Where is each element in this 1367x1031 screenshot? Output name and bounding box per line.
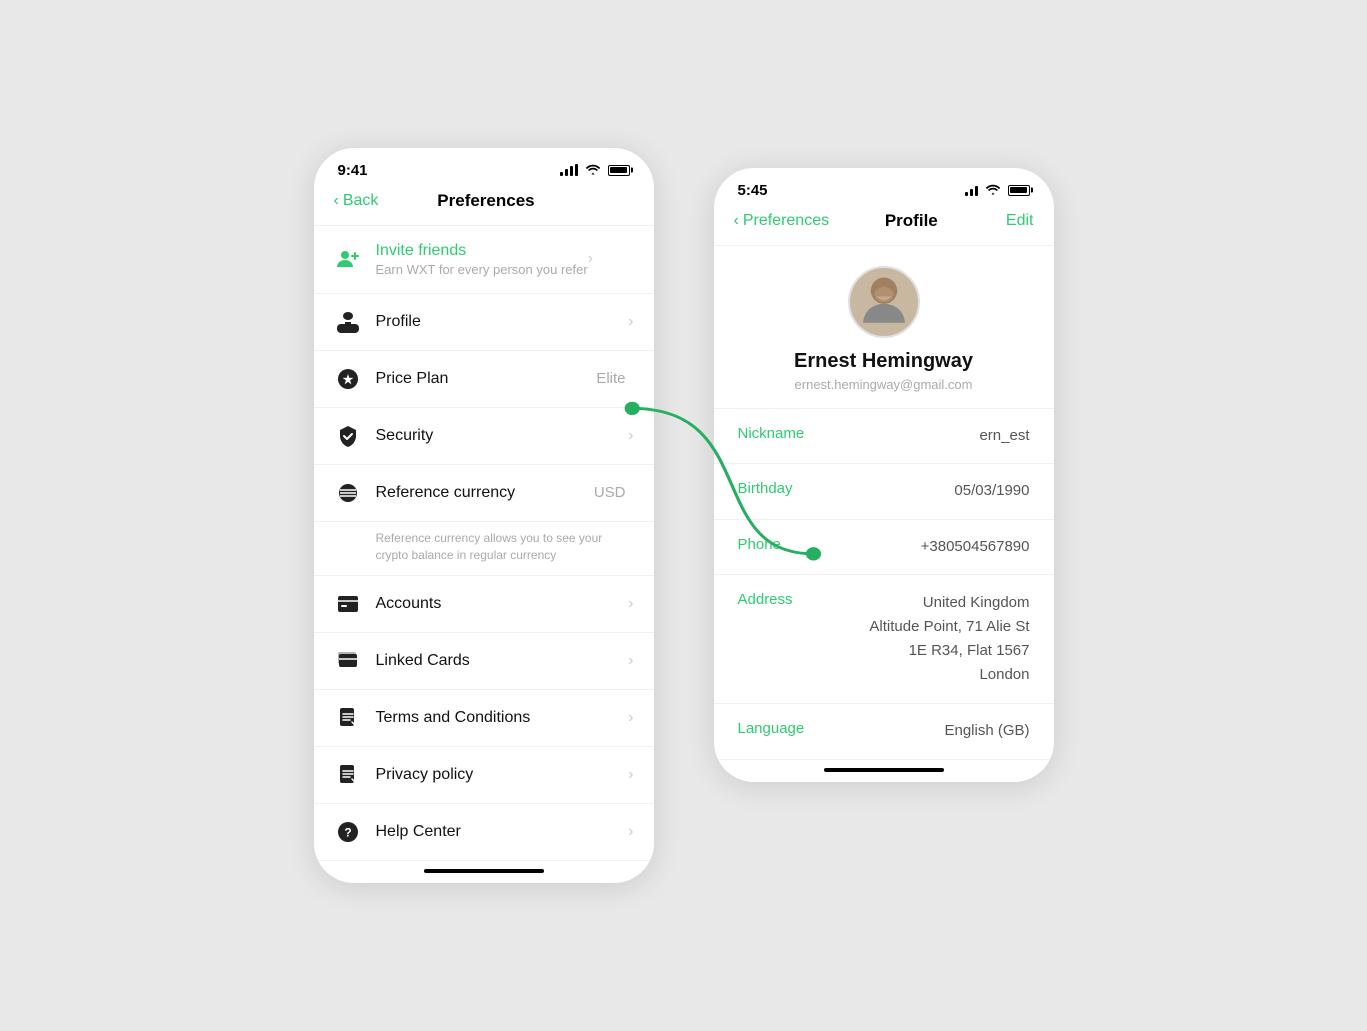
privacy-icon (334, 761, 362, 789)
invite-text: Invite friends Earn WXT for every person… (376, 242, 588, 277)
status-icons-right (965, 183, 1030, 198)
wifi-icon-left (585, 163, 601, 178)
language-value: English (GB) (944, 720, 1029, 743)
back-chevron-left: ‹ (334, 192, 339, 210)
linked-cards-chevron: › (628, 652, 633, 670)
back-button-left[interactable]: ‹ Back (334, 192, 379, 210)
nav-title-right: Profile (885, 211, 938, 231)
ref-currency-value: USD (594, 484, 626, 501)
currency-description: Reference currency allows you to see you… (314, 522, 654, 577)
menu-section-1: Profile › ★ Price Plan Elite (314, 294, 654, 522)
status-time-left: 9:41 (338, 162, 368, 179)
signal-bars-right (965, 184, 978, 196)
profile-field-address[interactable]: Address United KingdomAltitude Point, 71… (714, 575, 1054, 704)
invite-chevron: › (588, 250, 593, 268)
svg-text:?: ? (344, 826, 351, 840)
menu-item-linked-cards[interactable]: Linked Cards › (314, 633, 654, 689)
svg-text:★: ★ (342, 372, 353, 386)
nav-header-left: ‹ Back Preferences (314, 187, 654, 226)
back-button-right[interactable]: ‹ Preferences (734, 212, 830, 230)
security-chevron: › (628, 427, 633, 445)
terms-chevron: › (628, 709, 633, 727)
profile-chevron: › (628, 313, 633, 331)
invite-title: Invite friends (376, 242, 588, 260)
language-label: Language (738, 720, 838, 737)
phone-label: Phone (738, 536, 838, 553)
nav-header-right: ‹ Preferences Profile Edit (714, 207, 1054, 246)
status-icons-left (560, 163, 630, 178)
menu-section-3: Terms and Conditions › Privacy policy › (314, 690, 654, 804)
linked-cards-icon (334, 647, 362, 675)
status-bar-right: 5:45 (714, 168, 1054, 207)
privacy-chevron: › (628, 766, 633, 784)
battery-icon-left (608, 165, 630, 176)
back-chevron-right: ‹ (734, 212, 739, 230)
terms-icon (334, 704, 362, 732)
accounts-label: Accounts (376, 595, 629, 613)
ref-currency-label: Reference currency (376, 484, 594, 502)
help-label: Help Center (376, 823, 629, 841)
accounts-icon (334, 590, 362, 618)
menu-item-profile[interactable]: Profile › (314, 294, 654, 351)
terms-label: Terms and Conditions (376, 709, 629, 727)
left-phone: 9:41 ‹ Back Preferences (314, 148, 654, 884)
linked-cards-label: Linked Cards (376, 652, 629, 670)
profile-field-phone[interactable]: Phone +380504567890 (714, 520, 1054, 576)
avatar (848, 266, 920, 338)
scene: 9:41 ‹ Back Preferences (274, 88, 1094, 944)
birthday-label: Birthday (738, 480, 838, 497)
privacy-label: Privacy policy (376, 766, 629, 784)
profile-icon (334, 308, 362, 336)
security-label: Security (376, 427, 629, 445)
signal-bars-left (560, 164, 578, 176)
profile-email: ernest.hemingway@gmail.com (795, 377, 973, 392)
menu-item-help[interactable]: ? Help Center › (314, 804, 654, 860)
wifi-icon-right (985, 183, 1001, 198)
profile-name: Ernest Hemingway (794, 350, 973, 373)
avatar-image (850, 266, 918, 338)
price-plan-value: Elite (596, 370, 625, 387)
nickname-value: ern_est (979, 425, 1029, 448)
reference-currency-icon (334, 479, 362, 507)
menu-section-2: Accounts › Linked Cards › (314, 576, 654, 690)
price-plan-icon: ★ (334, 365, 362, 393)
menu-item-reference-currency[interactable]: Reference currency USD (314, 465, 654, 521)
edit-button[interactable]: Edit (994, 212, 1034, 230)
menu-item-accounts[interactable]: Accounts › (314, 576, 654, 633)
nickname-label: Nickname (738, 425, 838, 442)
address-label: Address (738, 591, 838, 608)
battery-icon-right (1008, 185, 1030, 196)
menu-item-terms[interactable]: Terms and Conditions › (314, 690, 654, 747)
menu-item-price-plan[interactable]: ★ Price Plan Elite (314, 351, 654, 408)
accounts-chevron: › (628, 595, 633, 613)
home-indicator-right (714, 760, 1054, 782)
back-label-left: Back (343, 192, 379, 210)
invite-icon (334, 245, 362, 273)
phone-value: +380504567890 (921, 536, 1030, 559)
profile-field-birthday[interactable]: Birthday 05/03/1990 (714, 464, 1054, 520)
menu-section-4: ? Help Center › (314, 804, 654, 861)
status-bar-left: 9:41 (314, 148, 654, 187)
profile-field-language[interactable]: Language English (GB) (714, 704, 1054, 760)
address-value: United KingdomAltitude Point, 71 Alie St… (869, 591, 1029, 687)
profile-avatar-section: Ernest Hemingway ernest.hemingway@gmail.… (714, 246, 1054, 409)
profile-field-nickname[interactable]: Nickname ern_est (714, 409, 1054, 465)
invite-subtitle: Earn WXT for every person you refer (376, 262, 588, 277)
home-indicator-left (314, 861, 654, 883)
profile-label: Profile (376, 313, 629, 331)
nav-title-left: Preferences (437, 191, 534, 211)
help-chevron: › (628, 823, 633, 841)
security-icon (334, 422, 362, 450)
menu-item-security[interactable]: Security › (314, 408, 654, 465)
invite-friends-item[interactable]: Invite friends Earn WXT for every person… (314, 226, 654, 294)
right-phone: 5:45 ‹ Preferences Profile Edit (714, 168, 1054, 782)
price-plan-label: Price Plan (376, 370, 597, 388)
menu-item-privacy[interactable]: Privacy policy › (314, 747, 654, 803)
back-label-right: Preferences (743, 212, 829, 230)
help-icon: ? (334, 818, 362, 846)
birthday-value: 05/03/1990 (954, 480, 1029, 503)
status-time-right: 5:45 (738, 182, 768, 199)
